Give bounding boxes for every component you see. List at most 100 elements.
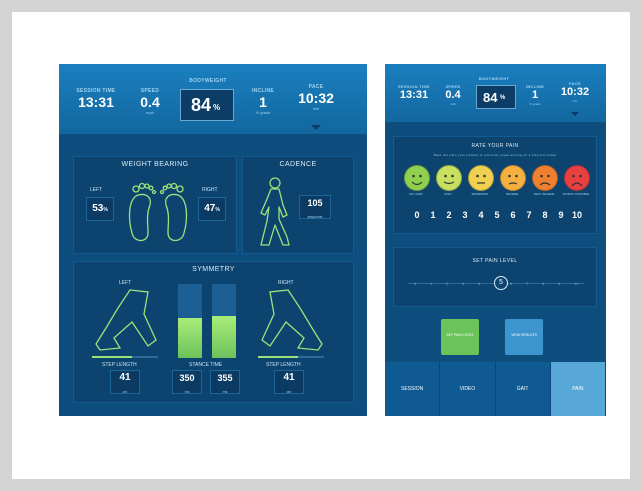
incline-stat-2: INCLINE 1 % grade: [521, 84, 549, 106]
stance-left-box: 350 ms: [172, 370, 202, 394]
pain-number[interactable]: 5: [490, 210, 504, 220]
stance-bar-right: [212, 284, 236, 358]
weight-bearing-panel: WEIGHT BEARING LEFT 53% RIGHT 47%: [73, 156, 237, 254]
right-step-length-label: STEP LENGTH: [266, 362, 301, 368]
stats-header: SESSION TIME 13:31 SPEED 0.4 mph BODYWEI…: [59, 64, 367, 134]
pain-slider-level[interactable]: 4: [478, 281, 480, 286]
session-time-stat-2: SESSION TIME 13:31: [395, 84, 433, 102]
left-step-value: 41: [119, 372, 131, 383]
pain-number[interactable]: 2: [442, 210, 456, 220]
left-step-box: 41 cm: [110, 370, 140, 394]
tab-video[interactable]: VIDEO: [440, 362, 496, 416]
right-step-fill: [258, 356, 298, 358]
weight-left-value: 53: [92, 203, 104, 214]
weight-right-value: 47: [204, 203, 216, 214]
bodyweight-value-2: 84: [483, 90, 498, 105]
right-step-box: 41 cm: [274, 370, 304, 394]
left-step-length-label: STEP LENGTH: [102, 362, 137, 368]
pain-screen: SESSION TIME 13:31 SPEED 0.4 mph BODYWEI…: [385, 64, 606, 416]
incline-stat: INCLINE 1 % grade: [245, 88, 281, 115]
bodyweight-stat: BODYWEIGHT: [177, 78, 239, 84]
pain-number[interactable]: 9: [554, 210, 568, 220]
pain-face-label: NO HURT: [409, 192, 423, 196]
pace-unit-2: min: [572, 99, 578, 103]
pain-slider-handle[interactable]: 5: [494, 276, 508, 290]
pace-dropdown-icon-2[interactable]: [571, 112, 579, 116]
incline-unit-2: % grade: [529, 102, 541, 106]
session-time-value-2: 13:31: [399, 89, 429, 101]
tab-pain[interactable]: PAIN: [550, 362, 606, 416]
feet-icon: [128, 182, 188, 242]
left-step-unit: cm: [122, 390, 128, 394]
rate-pain-panel: RATE YOUR PAIN Rate the pain your patien…: [393, 136, 597, 234]
view-results-button[interactable]: VIEW RESULTS: [505, 319, 543, 355]
set-pain-title: SET PAIN LEVEL: [472, 258, 518, 264]
walking-person-icon: [260, 177, 290, 246]
speed-stat: SPEED 0.4 mph: [131, 88, 169, 115]
right-step-unit: cm: [286, 390, 292, 394]
pain-face-icon-5[interactable]: [564, 165, 590, 191]
bodyweight-value: 84: [191, 95, 212, 115]
bodyweight-label: BODYWEIGHT: [189, 78, 227, 84]
pain-slider-level[interactable]: 10: [574, 281, 578, 286]
weight-right-suffix: %: [215, 207, 220, 213]
pain-face-label: WORST POSSIBLE: [562, 192, 590, 196]
symmetry-right-label: RIGHT: [278, 280, 294, 286]
bodyweight-stat-2: BODYWEIGHT: [471, 76, 517, 81]
weight-bearing-title: WEIGHT BEARING: [121, 161, 189, 168]
pain-number[interactable]: 7: [522, 210, 536, 220]
rate-pain-subtitle: Rate the pain your patient is currently …: [433, 153, 557, 157]
gait-screen: SESSION TIME 13:31 SPEED 0.4 mph BODYWEI…: [59, 64, 367, 416]
symmetry-left-label: LEFT: [119, 280, 132, 286]
pain-face-icon-2[interactable]: [468, 165, 494, 191]
pain-slider-level[interactable]: 0: [414, 281, 416, 286]
set-pain-level-button[interactable]: SET PAIN LEVEL: [441, 319, 479, 355]
stance-left-value: 350: [179, 373, 195, 383]
view-results-button-label: VIEW RESULTS: [511, 333, 537, 337]
pain-number[interactable]: 6: [506, 210, 520, 220]
pain-number[interactable]: 10: [570, 210, 584, 220]
weight-left-label: LEFT: [90, 187, 103, 193]
weight-left-box: 53%: [86, 197, 114, 221]
pain-slider-level[interactable]: 6: [510, 281, 512, 286]
tab-session[interactable]: SESSION: [385, 362, 441, 416]
pain-number[interactable]: 8: [538, 210, 552, 220]
stance-bar-right-fill: [212, 316, 236, 358]
bodyweight-box-2[interactable]: 84 %: [476, 85, 516, 109]
speed-value-2: 0.4: [445, 89, 461, 101]
pace-value-2: 10:32: [560, 86, 590, 98]
bodyweight-label-2: BODYWEIGHT: [478, 76, 510, 81]
pain-face-label: MODERATE: [471, 192, 489, 196]
pain-number[interactable]: 0: [410, 210, 424, 220]
pain-face-icon-0[interactable]: [404, 165, 430, 191]
pain-slider-level[interactable]: 2: [446, 281, 448, 286]
pain-slider-level[interactable]: 9: [558, 281, 560, 286]
pain-face-label: MILD: [444, 192, 452, 196]
stance-right-box: 355 ms: [210, 370, 240, 394]
bodyweight-box[interactable]: 84 %: [180, 89, 234, 121]
pain-face-icon-3[interactable]: [500, 165, 526, 191]
right-step-value: 41: [283, 372, 295, 383]
pain-slider-level[interactable]: 1: [430, 281, 432, 286]
pain-slider-level[interactable]: 7: [526, 281, 528, 286]
incline-value: 1: [259, 94, 267, 110]
incline-unit: % grade: [255, 110, 271, 115]
tab-gait[interactable]: GAIT: [495, 362, 551, 416]
session-time-value: 13:31: [78, 94, 114, 110]
pace-stat-2: PACE 10:32 min: [555, 81, 595, 103]
rate-pain-title: RATE YOUR PAIN: [471, 143, 519, 149]
pain-number[interactable]: 1: [426, 210, 440, 220]
symmetry-panel: SYMMETRY LEFT RIGHT STEP LENGTH 41 cm ST…: [73, 261, 354, 403]
pain-slider-level[interactable]: 3: [462, 281, 464, 286]
pace-dropdown-icon[interactable]: [311, 125, 321, 130]
pain-number[interactable]: 3: [458, 210, 472, 220]
weight-right-box: 47%: [198, 197, 226, 221]
right-leg-icon: [261, 289, 323, 351]
pain-face-icon-4[interactable]: [532, 165, 558, 191]
left-step-track: [92, 356, 158, 358]
pain-face-icon-1[interactable]: [436, 165, 462, 191]
stance-right-value: 355: [217, 373, 233, 383]
pain-number[interactable]: 4: [474, 210, 488, 220]
pain-slider-level[interactable]: 8: [542, 281, 544, 286]
session-time-stat: SESSION TIME 13:31: [73, 88, 119, 110]
